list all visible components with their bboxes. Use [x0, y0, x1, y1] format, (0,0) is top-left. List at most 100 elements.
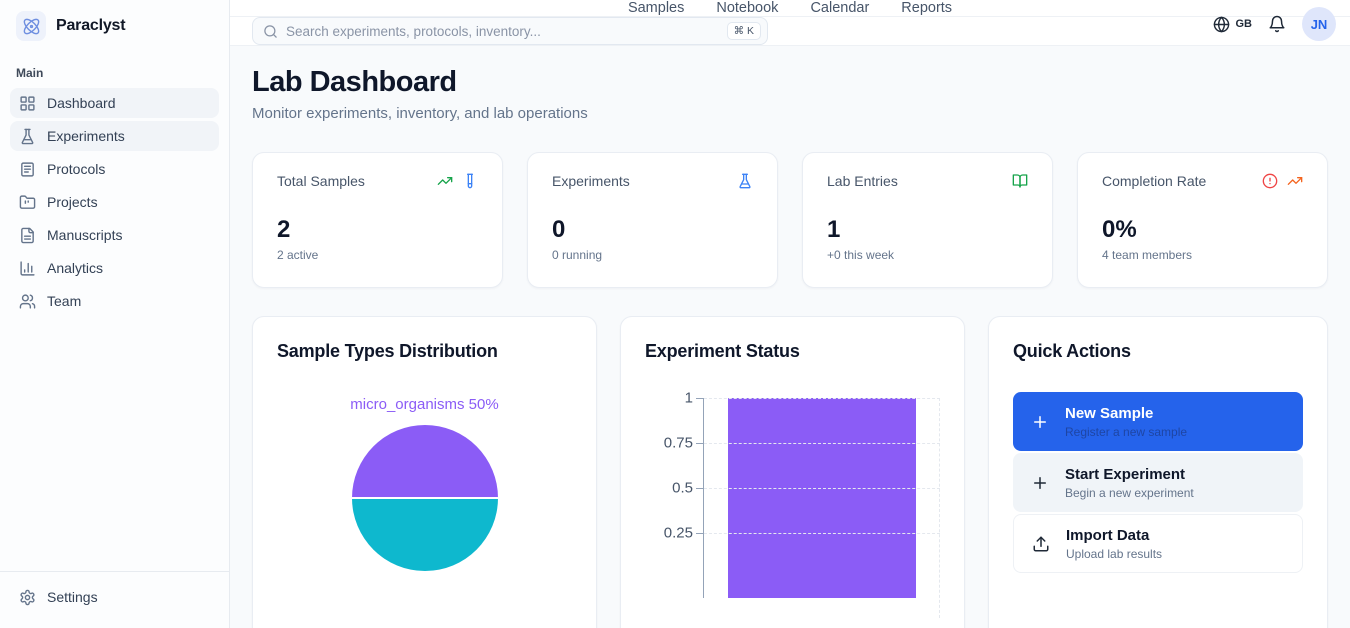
- stat-label: Experiments: [552, 173, 630, 189]
- users-icon: [19, 293, 36, 310]
- main-area: Samples Notebook Calendar Reports GB JN …: [230, 0, 1350, 628]
- sidebar-item-dashboard[interactable]: Dashboard: [10, 88, 219, 118]
- stat-card-experiments: Experiments 0 0 running: [527, 152, 778, 288]
- panels-row: Sample Types Distribution micro_organism…: [252, 316, 1328, 628]
- alert-circle-icon: [1262, 173, 1278, 189]
- panel-title: Experiment Status: [645, 341, 940, 362]
- flask-icon: [737, 173, 753, 189]
- sidebar-item-projects[interactable]: Projects: [10, 187, 219, 217]
- brand-name: Paraclyst: [56, 17, 125, 35]
- locale-code: GB: [1236, 18, 1253, 30]
- action-subtitle: Begin a new experiment: [1065, 486, 1194, 500]
- top-navbar: Samples Notebook Calendar Reports GB JN: [230, 0, 1350, 17]
- y-axis-tick-label: 0.25: [664, 525, 693, 542]
- start-experiment-button[interactable]: Start Experiment Begin a new experiment: [1013, 453, 1303, 512]
- gridline-horizontal: [704, 533, 940, 534]
- bar-chart-plot: [703, 398, 940, 598]
- atom-logo-icon: [16, 11, 46, 41]
- search-row: ⌘ K: [230, 17, 1350, 46]
- y-axis-labels: 10.750.50.25: [645, 398, 703, 598]
- y-axis-tick-label: 0.75: [664, 435, 693, 452]
- action-subtitle: Register a new sample: [1065, 425, 1187, 439]
- brand: Paraclyst: [0, 0, 229, 52]
- sidebar-spacer: [0, 316, 229, 571]
- page-title: Lab Dashboard: [252, 66, 1328, 99]
- sidebar-section-label: Main: [0, 52, 229, 88]
- axis-tick-mark: [696, 398, 704, 399]
- dashboard-content: Lab Dashboard Monitor experiments, inven…: [230, 46, 1350, 628]
- locale-switcher[interactable]: GB: [1213, 16, 1253, 33]
- nav-link-samples[interactable]: Samples: [628, 0, 684, 16]
- gridline-vertical: [939, 398, 940, 618]
- search-input[interactable]: [286, 24, 719, 39]
- search-box: ⌘ K: [252, 17, 768, 45]
- app-window: Paraclyst Main Dashboard Experiments Pro…: [0, 0, 1350, 628]
- stat-subtext: 4 team members: [1102, 248, 1303, 262]
- panel-title: Quick Actions: [1013, 341, 1303, 362]
- bar-chart-icon: [19, 260, 36, 277]
- flask-icon: [19, 128, 36, 145]
- quick-actions-list: New Sample Register a new sample Start E…: [1013, 392, 1303, 573]
- sidebar-item-manuscripts[interactable]: Manuscripts: [10, 220, 219, 250]
- nav-link-calendar[interactable]: Calendar: [810, 0, 869, 16]
- axis-tick-mark: [696, 533, 704, 534]
- stat-label: Lab Entries: [827, 173, 898, 189]
- gridline-horizontal: [704, 488, 940, 489]
- plus-icon: [1031, 474, 1049, 492]
- trending-up-icon: [1287, 173, 1303, 189]
- gridline-horizontal: [704, 443, 940, 444]
- new-sample-button[interactable]: New Sample Register a new sample: [1013, 392, 1303, 451]
- sidebar-item-label: Dashboard: [47, 95, 116, 111]
- avatar[interactable]: JN: [1302, 7, 1336, 41]
- grid-icon: [19, 95, 36, 112]
- experiment-status-panel: Experiment Status 10.750.50.25: [620, 316, 965, 628]
- axis-tick-mark: [696, 488, 704, 489]
- nav-link-reports[interactable]: Reports: [901, 0, 952, 16]
- sidebar-item-label: Projects: [47, 194, 98, 210]
- book-open-icon: [1012, 173, 1028, 189]
- stat-value: 0: [552, 216, 753, 244]
- sidebar-item-team[interactable]: Team: [10, 286, 219, 316]
- sidebar-item-label: Settings: [47, 589, 98, 605]
- search-icon: [263, 24, 278, 39]
- globe-icon: [1213, 16, 1230, 33]
- stat-cards: Total Samples 2 2 active Experiments: [252, 152, 1328, 288]
- import-data-button[interactable]: Import Data Upload lab results: [1013, 514, 1303, 573]
- action-subtitle: Upload lab results: [1066, 547, 1162, 561]
- top-nav-links: Samples Notebook Calendar Reports: [628, 0, 952, 16]
- stat-subtext: 2 active: [277, 248, 478, 262]
- sidebar-item-analytics[interactable]: Analytics: [10, 253, 219, 283]
- bell-icon[interactable]: [1268, 15, 1286, 33]
- sidebar-nav: Dashboard Experiments Protocols Projects…: [0, 88, 229, 316]
- sidebar-item-label: Manuscripts: [47, 227, 122, 243]
- stat-value: 2: [277, 216, 478, 244]
- sidebar-item-experiments[interactable]: Experiments: [10, 121, 219, 151]
- nav-link-notebook[interactable]: Notebook: [716, 0, 778, 16]
- sidebar-item-label: Analytics: [47, 260, 103, 276]
- pie-slice-label: micro_organisms 50%: [277, 396, 572, 413]
- test-tube-icon: [462, 173, 478, 189]
- sidebar-item-protocols[interactable]: Protocols: [10, 154, 219, 184]
- gridline-horizontal: [704, 398, 940, 399]
- stat-card-lab-entries: Lab Entries 1 +0 this week: [802, 152, 1053, 288]
- axis-tick-mark: [696, 443, 704, 444]
- sidebar-item-label: Team: [47, 293, 81, 309]
- y-axis-tick-label: 1: [685, 390, 693, 407]
- stat-label: Total Samples: [277, 173, 365, 189]
- action-title: Start Experiment: [1065, 466, 1194, 483]
- bar-chart: 10.750.50.25: [645, 398, 940, 598]
- sidebar-item-label: Protocols: [47, 161, 105, 177]
- sidebar-footer: Settings: [0, 571, 229, 628]
- upload-icon: [1032, 535, 1050, 553]
- bar-series: [728, 398, 916, 598]
- stat-subtext: 0 running: [552, 248, 753, 262]
- trending-up-icon: [437, 173, 453, 189]
- pie-chart: [352, 425, 498, 571]
- sidebar-item-settings[interactable]: Settings: [10, 580, 219, 614]
- panel-title: Sample Types Distribution: [277, 341, 572, 362]
- plus-icon: [1031, 413, 1049, 431]
- stat-value: 0%: [1102, 216, 1303, 244]
- sidebar-item-label: Experiments: [47, 128, 125, 144]
- file-text-icon: [19, 227, 36, 244]
- top-right-controls: GB JN: [1213, 0, 1337, 48]
